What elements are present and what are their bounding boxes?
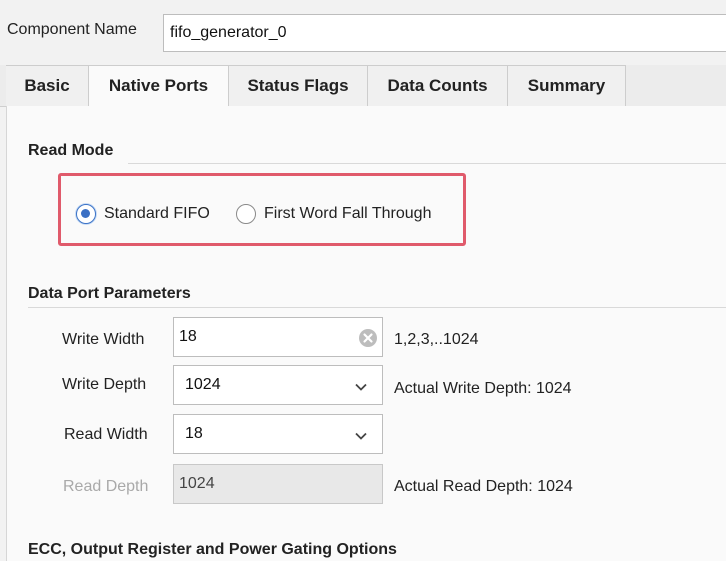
tab-summary[interactable]: Summary bbox=[508, 65, 626, 106]
tab-basic[interactable]: Basic bbox=[6, 65, 89, 106]
chevron-down-icon[interactable] bbox=[354, 429, 368, 443]
standard-fifo-radio[interactable] bbox=[76, 204, 96, 224]
first-word-fall-through-radio[interactable] bbox=[236, 204, 256, 224]
write-width-label: Write Width bbox=[62, 331, 145, 348]
data-port-title: Data Port Parameters bbox=[28, 285, 191, 302]
chevron-down-icon[interactable] bbox=[354, 380, 368, 394]
read-mode-title: Read Mode bbox=[28, 142, 114, 159]
read-width-select[interactable]: 18 bbox=[173, 414, 383, 454]
read-depth-hint: Actual Read Depth: 1024 bbox=[394, 478, 573, 495]
read-mode-divider bbox=[128, 163, 726, 164]
first-word-fall-through-label[interactable]: First Word Fall Through bbox=[264, 205, 431, 223]
tab-status-flags[interactable]: Status Flags bbox=[229, 65, 368, 106]
write-depth-label: Write Depth bbox=[62, 376, 147, 393]
standard-fifo-label[interactable]: Standard FIFO bbox=[104, 205, 210, 223]
write-width-input[interactable]: 18 bbox=[173, 317, 383, 357]
ecc-options-title: ECC, Output Register and Power Gating Op… bbox=[28, 541, 397, 558]
tab-native-ports[interactable]: Native Ports bbox=[89, 65, 229, 107]
write-depth-select[interactable]: 1024 bbox=[173, 365, 383, 405]
clear-circle-x-icon[interactable] bbox=[358, 328, 378, 348]
write-width-hint: 1,2,3,..1024 bbox=[394, 331, 479, 348]
data-port-divider bbox=[28, 307, 726, 308]
component-name-input[interactable]: fifo_generator_0 bbox=[163, 14, 726, 52]
read-depth-label: Read Depth bbox=[63, 478, 149, 495]
write-depth-hint: Actual Write Depth: 1024 bbox=[394, 380, 572, 397]
read-depth-field: 1024 bbox=[173, 464, 383, 504]
component-name-label: Component Name bbox=[7, 21, 137, 38]
read-width-label: Read Width bbox=[64, 426, 148, 443]
tab-data-counts[interactable]: Data Counts bbox=[368, 65, 508, 106]
